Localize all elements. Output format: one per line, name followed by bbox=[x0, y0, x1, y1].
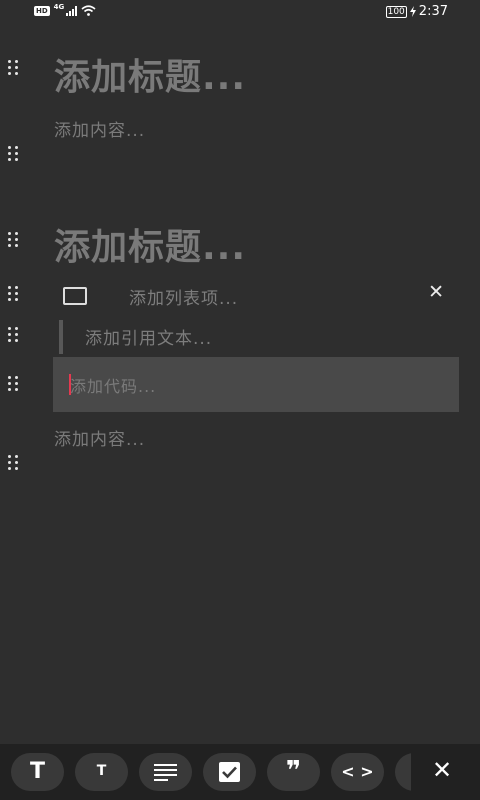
handle-dot bbox=[8, 60, 11, 63]
drag-handle-icon[interactable] bbox=[8, 286, 22, 304]
heading-block[interactable]: 添加标题... bbox=[54, 48, 246, 100]
handle-dot bbox=[15, 60, 18, 63]
heading-small-icon: T bbox=[96, 763, 107, 779]
drag-handle-icon[interactable] bbox=[8, 455, 22, 473]
hd-badge: HD bbox=[34, 5, 50, 16]
code-block[interactable]: 添加代码... bbox=[53, 357, 459, 412]
handle-dot bbox=[8, 455, 11, 458]
close-icon: ✕ bbox=[432, 756, 453, 784]
heading-large-icon: T bbox=[29, 759, 45, 784]
handle-dot bbox=[15, 327, 18, 330]
checkbox[interactable] bbox=[63, 287, 87, 305]
handle-dot bbox=[15, 158, 18, 161]
handle-dot bbox=[15, 152, 18, 155]
handle-dot bbox=[15, 455, 18, 458]
handle-dot bbox=[15, 146, 18, 149]
drag-handle-icon[interactable] bbox=[8, 60, 22, 78]
quote-block[interactable]: 添加引用文本... bbox=[59, 320, 211, 354]
handle-dot bbox=[8, 292, 11, 295]
handle-dot bbox=[8, 72, 11, 75]
handle-dot bbox=[8, 238, 11, 241]
handle-dot bbox=[15, 72, 18, 75]
handle-dot bbox=[15, 238, 18, 241]
handle-dot bbox=[8, 286, 11, 289]
heading-block[interactable]: 添加标题... bbox=[54, 218, 246, 270]
checkbox-icon bbox=[219, 762, 240, 782]
quote-input[interactable]: 添加引用文本... bbox=[85, 324, 212, 349]
handle-dot bbox=[8, 339, 11, 342]
charging-icon bbox=[409, 6, 416, 17]
format-toolbar: T T ❞ < > ✕ bbox=[0, 744, 480, 800]
handle-dot bbox=[8, 327, 11, 330]
code-button[interactable]: < > bbox=[331, 753, 384, 791]
network-type: 4G bbox=[53, 2, 65, 11]
handle-dot bbox=[15, 382, 18, 385]
code-icon: < > bbox=[341, 762, 374, 781]
handle-dot bbox=[8, 461, 11, 464]
heading-small-button[interactable]: T bbox=[75, 753, 128, 791]
handle-dot bbox=[8, 467, 11, 470]
signal-icon bbox=[66, 5, 78, 16]
paragraph-button[interactable] bbox=[139, 753, 192, 791]
handle-dot bbox=[15, 66, 18, 69]
drag-handle-icon[interactable] bbox=[8, 146, 22, 164]
handle-dot bbox=[15, 376, 18, 379]
handle-dot bbox=[8, 158, 11, 161]
handle-dot bbox=[15, 467, 18, 470]
checklist-button[interactable] bbox=[203, 753, 256, 791]
handle-dot bbox=[15, 461, 18, 464]
handle-dot bbox=[15, 292, 18, 295]
paragraph-block[interactable]: 添加内容... bbox=[54, 425, 145, 450]
handle-dot bbox=[8, 232, 11, 235]
handle-dot bbox=[8, 333, 11, 336]
drag-handle-icon[interactable] bbox=[8, 232, 22, 250]
close-icon[interactable]: ✕ bbox=[428, 281, 444, 303]
clock: 2:37 bbox=[418, 4, 448, 19]
list-item-block[interactable]: 添加列表项... ✕ bbox=[54, 280, 458, 312]
handle-dot bbox=[8, 66, 11, 69]
handle-dot bbox=[8, 376, 11, 379]
handle-dot bbox=[15, 388, 18, 391]
wifi-icon bbox=[81, 5, 96, 16]
paragraph-block[interactable]: 添加内容... bbox=[54, 116, 145, 141]
handle-dot bbox=[8, 152, 11, 155]
quote-button[interactable]: ❞ bbox=[267, 753, 320, 791]
handle-dot bbox=[15, 244, 18, 247]
handle-dot bbox=[8, 388, 11, 391]
handle-dot bbox=[8, 298, 11, 301]
handle-dot bbox=[15, 298, 18, 301]
handle-dot bbox=[15, 339, 18, 342]
drag-handle-icon[interactable] bbox=[8, 376, 22, 394]
close-toolbar-button[interactable]: ✕ bbox=[411, 744, 480, 800]
code-input[interactable]: 添加代码... bbox=[70, 373, 156, 397]
handle-dot bbox=[8, 146, 11, 149]
quote-icon: ❞ bbox=[285, 756, 302, 786]
drag-handle-icon[interactable] bbox=[8, 327, 22, 345]
handle-dot bbox=[15, 286, 18, 289]
handle-dot bbox=[15, 333, 18, 336]
handle-dot bbox=[15, 232, 18, 235]
handle-dot bbox=[8, 244, 11, 247]
align-left-icon bbox=[154, 764, 177, 781]
heading-large-button[interactable]: T bbox=[11, 753, 64, 791]
list-item-input[interactable]: 添加列表项... bbox=[129, 284, 238, 309]
handle-dot bbox=[8, 382, 11, 385]
status-bar: HD 4G 100 2:37 bbox=[0, 0, 480, 26]
battery-icon: 100 bbox=[385, 5, 407, 18]
